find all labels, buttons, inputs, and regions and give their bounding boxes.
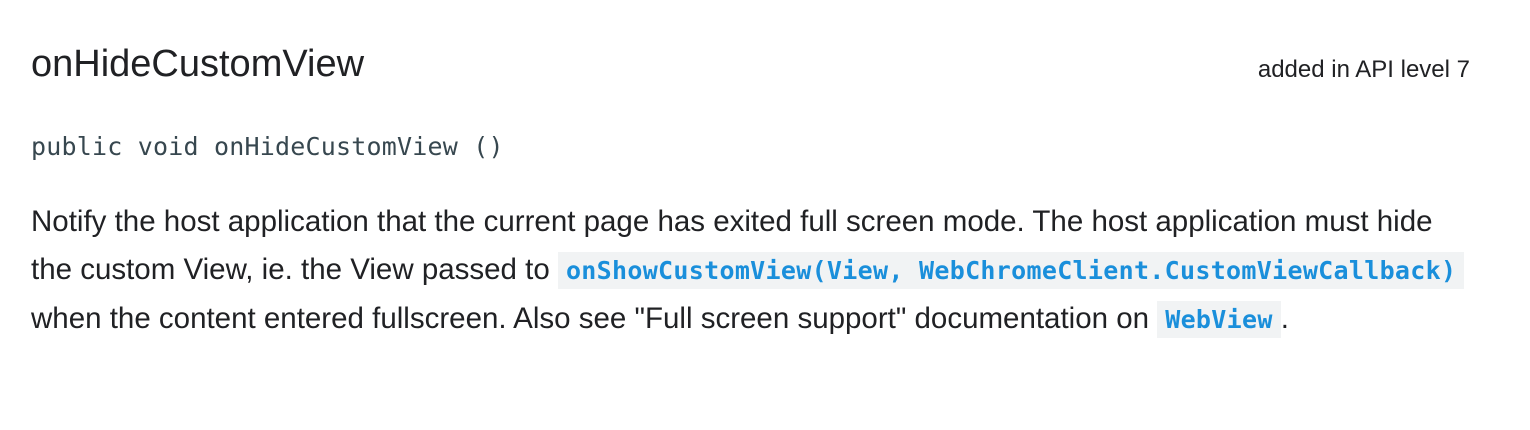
method-header: onHideCustomView added in API level 7 [31,0,1470,110]
method-doc-section: onHideCustomView added in API level 7 pu… [0,0,1530,430]
method-signature: public void onHideCustomView () [31,132,504,161]
description-text-3: . [1280,302,1289,335]
method-description: Notify the host application that the cur… [31,198,1471,344]
webview-link[interactable]: WebView [1157,301,1281,338]
method-title: onHideCustomView [31,43,365,85]
description-text-2: when the content entered fullscreen. Als… [31,302,1158,335]
on-show-custom-view-link[interactable]: onShowCustomView(View, WebChromeClient.C… [557,252,1465,289]
api-level-label: added in API level 7 [1257,56,1470,83]
